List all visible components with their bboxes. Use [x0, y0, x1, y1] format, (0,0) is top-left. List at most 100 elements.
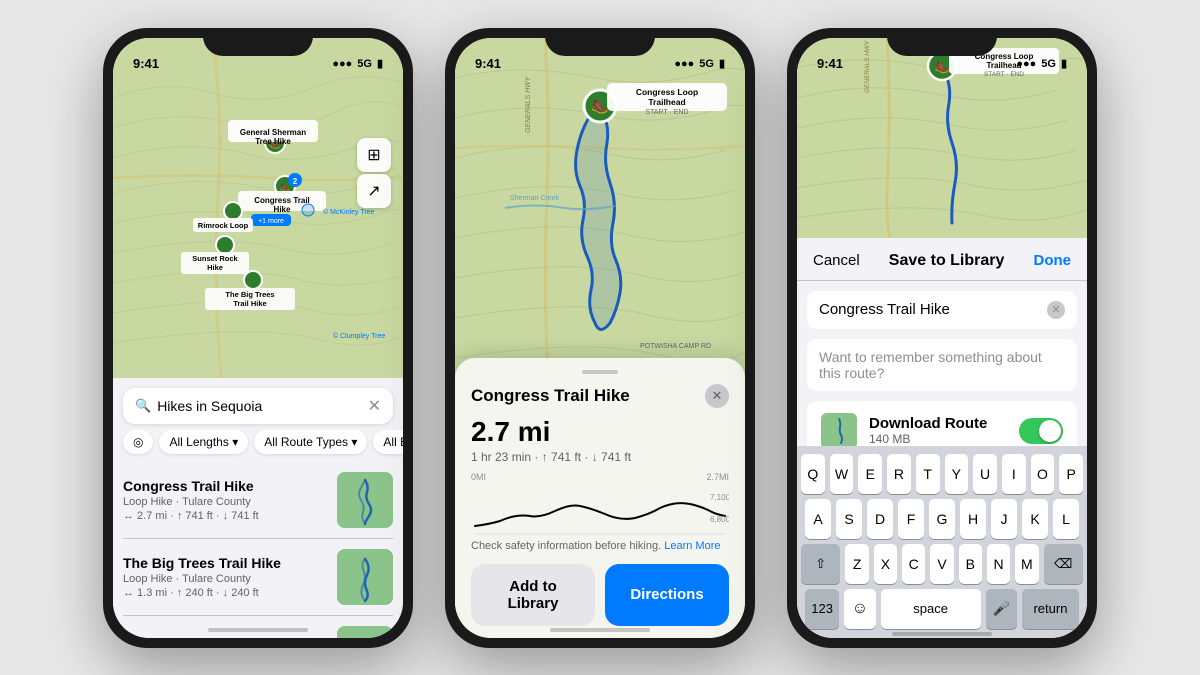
map-controls-1: ⊞ ↗	[357, 138, 391, 208]
key-e[interactable]: E	[858, 454, 882, 494]
key-j[interactable]: J	[991, 499, 1017, 539]
key-o[interactable]: O	[1031, 454, 1055, 494]
filter-type-label: All Route Types ▾	[264, 435, 357, 449]
svg-text:General Sherman: General Sherman	[240, 128, 306, 137]
key-g[interactable]: G	[929, 499, 955, 539]
time-2: 9:41	[475, 56, 501, 71]
key-l[interactable]: L	[1053, 499, 1079, 539]
hike-item-bigtrees[interactable]: The Big Trees Trail Hike Loop Hike · Tul…	[123, 539, 393, 616]
svg-text:POTWISHA CAMP RD: POTWISHA CAMP RD	[640, 343, 711, 350]
elevation-chart: 0MI 2.7MI 7,100FT 6,800FT	[471, 472, 729, 532]
svg-text:Congress Loop: Congress Loop	[636, 87, 698, 97]
key-h[interactable]: H	[960, 499, 986, 539]
key-return[interactable]: return	[1022, 589, 1079, 629]
key-q[interactable]: Q	[801, 454, 825, 494]
filter-elev-btn[interactable]: All Elev...	[373, 430, 403, 454]
elevation-x-labels: 0MI 2.7MI	[471, 472, 729, 482]
search-area: 🔍 ✕ ◎ All Lengths ▾ All Route Types ▾ Al…	[113, 378, 403, 638]
svg-text:Hike: Hike	[207, 263, 223, 272]
clear-name-icon[interactable]: ✕	[1047, 301, 1065, 319]
download-info: Download Route 140 MB	[869, 415, 1007, 446]
add-to-library-btn[interactable]: Add to Library	[471, 564, 595, 626]
key-w[interactable]: W	[830, 454, 854, 494]
key-mic[interactable]: 🎤	[986, 589, 1017, 629]
key-delete[interactable]: ⌫	[1044, 544, 1083, 584]
save-name-input[interactable]	[819, 301, 1047, 318]
key-shift[interactable]: ⇧	[801, 544, 840, 584]
search-icon: 🔍	[135, 398, 151, 414]
key-r[interactable]: R	[887, 454, 911, 494]
key-v[interactable]: V	[930, 544, 953, 584]
key-k[interactable]: K	[1022, 499, 1048, 539]
hike-item-congress[interactable]: Congress Trail Hike Loop Hike · Tulare C…	[123, 462, 393, 539]
keyboard-row-3: ⇧ Z X C V B N M ⌫	[801, 544, 1083, 584]
key-123[interactable]: 123	[805, 589, 839, 629]
directions-btn[interactable]: Directions	[605, 564, 729, 626]
keyboard-row-1: Q W E R T Y U I O P	[801, 454, 1083, 494]
notch-2	[545, 28, 655, 56]
notch-3	[887, 28, 997, 56]
key-s[interactable]: S	[836, 499, 862, 539]
carrier-1: 5G	[357, 58, 372, 70]
key-z[interactable]: Z	[845, 544, 868, 584]
download-toggle[interactable]	[1019, 418, 1063, 444]
svg-text:🥾: 🥾	[269, 139, 280, 149]
status-icons-2: ●●● 5G ▮	[674, 57, 725, 70]
svg-text:Tree Hike: Tree Hike	[255, 137, 291, 146]
hike-name-bigtrees: The Big Trees Trail Hike	[123, 555, 281, 571]
key-y[interactable]: Y	[945, 454, 969, 494]
save-name-field[interactable]: ✕	[807, 291, 1077, 329]
map-1[interactable]: 🥾 General Sherman Tree Hike 🥾 2 Congress…	[113, 38, 403, 378]
status-icons-1: ●●● 5G ▮	[332, 57, 383, 70]
svg-text:🥾: 🥾	[591, 98, 608, 115]
svg-text:© McKinley Tree: © McKinley Tree	[323, 208, 375, 216]
filter-length-btn[interactable]: All Lengths ▾	[159, 430, 248, 454]
hike-type-congress: Loop Hike · Tulare County	[123, 496, 259, 508]
location-filter-icon: ◎	[133, 435, 143, 449]
search-clear-icon[interactable]: ✕	[368, 396, 381, 416]
filter-type-btn[interactable]: All Route Types ▾	[254, 430, 367, 454]
key-n[interactable]: N	[987, 544, 1010, 584]
carrier-3: 5G	[1041, 58, 1056, 70]
key-t[interactable]: T	[916, 454, 940, 494]
hike-thumb-crescent	[337, 626, 393, 638]
hike-item-crescent[interactable]: Crescent Meadow Hike	[123, 616, 393, 638]
trail-card-header: Congress Trail Hike ✕	[471, 384, 729, 408]
done-btn[interactable]: Done	[1034, 252, 1072, 269]
key-c[interactable]: C	[902, 544, 925, 584]
save-title: Save to Library	[889, 252, 1005, 270]
key-space[interactable]: space	[881, 589, 981, 629]
location-btn[interactable]: ↗	[357, 174, 391, 208]
map-type-btn[interactable]: ⊞	[357, 138, 391, 172]
key-x[interactable]: X	[874, 544, 897, 584]
battery-icon-3: ▮	[1061, 57, 1067, 70]
key-m[interactable]: M	[1015, 544, 1038, 584]
svg-text:Hike: Hike	[274, 205, 291, 214]
svg-text:Trailhead: Trailhead	[648, 97, 685, 107]
key-b[interactable]: B	[959, 544, 982, 584]
hike-thumb-congress	[337, 472, 393, 528]
key-p[interactable]: P	[1059, 454, 1083, 494]
key-d[interactable]: D	[867, 499, 893, 539]
key-f[interactable]: F	[898, 499, 924, 539]
trail-card: Congress Trail Hike ✕ 2.7 mi 1 hr 23 min…	[455, 358, 745, 638]
cancel-btn[interactable]: Cancel	[813, 252, 860, 269]
time-3: 9:41	[817, 56, 843, 71]
hike-stats-congress: ↔ 2.7 mi · ↑ 741 ft · ↓ 741 ft	[123, 510, 259, 522]
key-i[interactable]: I	[1002, 454, 1026, 494]
elevation-svg: 7,100FT 6,800FT	[471, 486, 729, 541]
svg-text:Sunset Rock: Sunset Rock	[192, 254, 238, 263]
svg-text:7,100FT: 7,100FT	[710, 493, 729, 502]
save-note-field[interactable]: Want to remember something about this ro…	[807, 339, 1077, 391]
svg-text:2: 2	[293, 177, 298, 186]
svg-text:Rimrock Loop: Rimrock Loop	[198, 221, 249, 230]
search-input[interactable]	[157, 398, 367, 414]
filter-location-btn[interactable]: ◎	[123, 430, 153, 454]
map-2[interactable]: 🥾 Congress Loop Trailhead START · END Sh…	[455, 38, 745, 408]
search-bar[interactable]: 🔍 ✕	[123, 388, 393, 424]
trail-close-btn[interactable]: ✕	[705, 384, 729, 408]
key-emoji[interactable]: ☺	[844, 589, 875, 629]
home-indicator-2	[550, 628, 650, 632]
key-a[interactable]: A	[805, 499, 831, 539]
key-u[interactable]: U	[973, 454, 997, 494]
